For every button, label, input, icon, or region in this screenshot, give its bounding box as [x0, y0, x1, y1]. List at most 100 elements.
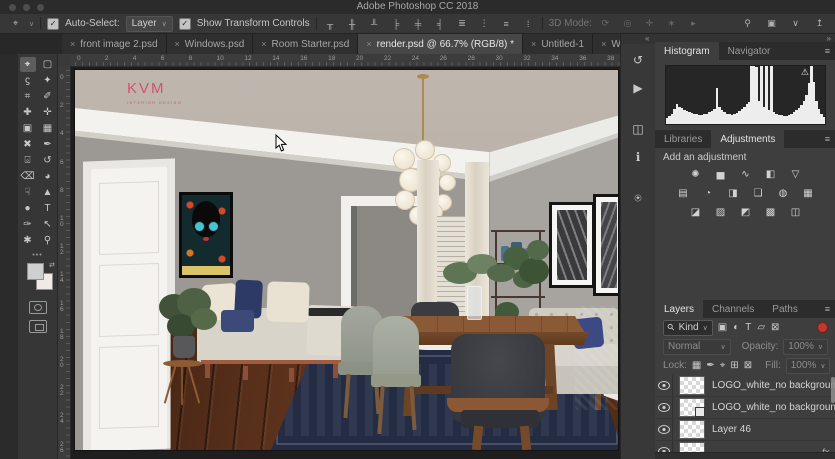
selective-color-icon[interactable]: ◫ [787, 206, 804, 219]
paint-bucket-tool[interactable]: ◕ [40, 169, 56, 184]
lock-position-icon[interactable]: ⌖ [720, 360, 726, 371]
brightness-contrast-icon[interactable]: ✺ [687, 168, 704, 181]
vertical-ruler[interactable]: 0 2 4 6 8 1 0 1 2 1 4 1 6 1 8 2 0 2 2 2 4 2 6 [58, 66, 71, 459]
search-icon[interactable]: ⚲ [740, 16, 755, 31]
horizontal-ruler[interactable]: 0 2 4 6 8 10 12 14 16 18 20 22 24 26 28 30 32 34 36 38 [70, 54, 620, 67]
close-tab-icon[interactable]: × [70, 39, 75, 49]
3d-roll-icon[interactable]: ◎ [620, 16, 635, 31]
filter-smart-objects-icon[interactable]: ⊠ [771, 322, 779, 333]
panel-menu-icon[interactable]: ≡ [825, 46, 830, 56]
slice-tool[interactable]: ✖ [20, 137, 36, 152]
distribute-widths-icon[interactable]: ≡ [499, 16, 514, 31]
tab-channels[interactable]: Channels [703, 300, 763, 318]
filter-pixel-layers-icon[interactable]: ▣ [718, 322, 727, 333]
distribute-horizontal-icon[interactable]: ⋮ [477, 16, 492, 31]
layer-thumbnail[interactable] [679, 420, 705, 439]
frame-tool[interactable]: ▣ [20, 121, 36, 136]
zoom-tool[interactable]: ⚲ [40, 233, 56, 248]
distribute-vertical-icon[interactable]: ≣ [455, 16, 470, 31]
visibility-toggle[interactable] [655, 419, 673, 440]
layers-scrollbar[interactable] [831, 377, 835, 403]
panel-menu-icon[interactable]: ≡ [825, 134, 830, 144]
layer-filter-toggle[interactable] [817, 322, 828, 333]
posterize-icon[interactable]: ▨ [712, 206, 729, 219]
hand-tool[interactable]: ✱ [20, 233, 36, 248]
pen-tool[interactable]: ✑ [20, 217, 36, 232]
tab-adjustments[interactable]: Adjustments [711, 130, 785, 148]
healing-brush-tool[interactable]: ✛ [40, 105, 56, 120]
hue-saturation-icon[interactable]: ▤ [675, 187, 692, 200]
swap-colors-icon[interactable]: ⇄ [49, 261, 55, 269]
current-tool-icon[interactable]: ⌖ [8, 16, 23, 31]
show-transform-checkbox[interactable]: ✓ [178, 17, 191, 30]
layer-row[interactable]: Layer 46 [655, 419, 835, 441]
collapse-panels-chevron[interactable]: « [645, 34, 649, 43]
3d-slide-icon[interactable]: ∗ [664, 16, 679, 31]
photo-filter-icon[interactable]: ❏ [750, 187, 767, 200]
vibrance-icon[interactable]: ▽ [787, 168, 804, 181]
close-tab-icon[interactable]: × [531, 39, 536, 49]
document-tab[interactable]: × Windows.psd [166, 34, 254, 54]
3d-pan-icon[interactable]: ✛ [642, 16, 657, 31]
document-tab[interactable]: × front image 2.psd [62, 34, 167, 54]
eyedropper-tool[interactable]: ✐ [40, 89, 56, 104]
spot-healing-brush-tool[interactable]: ✚ [20, 105, 36, 120]
tab-paths[interactable]: Paths [763, 300, 807, 318]
blend-mode-dropdown[interactable]: Normal ∨ [663, 338, 731, 355]
filter-shape-layers-icon[interactable]: ▱ [757, 322, 765, 333]
actions-panel-icon[interactable]: ▶ [625, 76, 651, 100]
info-panel-icon[interactable]: ℹ [625, 145, 651, 169]
align-vertical-centers-icon[interactable]: ╫ [345, 16, 360, 31]
filter-adjustment-layers-icon[interactable]: ◐ [733, 322, 739, 333]
exposure-icon[interactable]: ◧ [762, 168, 779, 181]
edit-toolbar-ellipsis[interactable]: ••• [18, 252, 57, 259]
layer-row[interactable]: LOGO_white_no backgroun... [655, 375, 835, 397]
path-selection-tool[interactable]: ↖ [40, 217, 56, 232]
levels-icon[interactable]: ▅ [712, 168, 729, 181]
3d-camera-icon[interactable]: ▸ [686, 16, 701, 31]
layer-row[interactable]: LOGO_white_no backgroun... [655, 397, 835, 419]
lock-pixels-icon[interactable]: ✒ [706, 360, 714, 371]
filter-type-layers-icon[interactable]: T [745, 322, 751, 333]
layer-thumbnail[interactable] [679, 398, 705, 417]
share-icon[interactable]: ↥ [812, 16, 827, 31]
invert-icon[interactable]: ◪ [687, 206, 704, 219]
crop-tool[interactable]: ⌗ [20, 89, 36, 104]
align-left-edges-icon[interactable]: ╞ [389, 16, 404, 31]
document-tab[interactable]: × render.psd @ 66.7% (RGB/8) * [358, 34, 524, 54]
lock-all-icon[interactable]: ⊠ [744, 360, 752, 371]
quick-mask-icon[interactable] [28, 301, 47, 314]
close-tab-icon[interactable]: × [261, 39, 266, 49]
workspace-chevron-icon[interactable]: ∨ [788, 16, 803, 31]
history-panel-icon[interactable]: ↺ [625, 48, 651, 72]
opacity-dropdown[interactable]: 100% ∨ [783, 338, 828, 355]
auto-select-checkbox[interactable]: ✓ [47, 17, 60, 30]
color-lookup-icon[interactable]: ▦ [800, 187, 817, 200]
color-balance-icon[interactable]: ◔ [700, 187, 717, 200]
distribute-spacing-icon[interactable]: ⁞ [521, 16, 536, 31]
canvas[interactable]: KVM INTERIOR DESIGN [75, 70, 618, 450]
eraser-tool[interactable]: ⌫ [20, 169, 36, 184]
sponge-tool[interactable]: ● [20, 201, 36, 216]
smudge-tool[interactable]: ☟ [20, 185, 36, 200]
align-bottom-edges-icon[interactable]: ╨ [367, 16, 382, 31]
3d-orbit-icon[interactable]: ⟳ [598, 16, 613, 31]
align-right-edges-icon[interactable]: ╡ [433, 16, 448, 31]
screen-mode-icon[interactable] [28, 320, 47, 333]
curves-icon[interactable]: ∿ [737, 168, 754, 181]
tool-preset-chevron-icon[interactable]: ∨ [29, 20, 34, 28]
black-white-icon[interactable]: ◨ [725, 187, 742, 200]
gradient-map-icon[interactable]: ▩ [762, 206, 779, 219]
quick-selection-tool[interactable]: ✦ [40, 73, 56, 88]
document-tab[interactable]: × Room Starter.psd [253, 34, 359, 54]
brush-tool[interactable]: ✒ [40, 137, 56, 152]
lasso-tool[interactable]: ϛ [20, 73, 36, 88]
layer-filter-dropdown[interactable]: ⚲ Kind ∨ [663, 319, 713, 336]
tab-histogram[interactable]: Histogram [655, 42, 719, 60]
pattern-stamp-tool[interactable]: ▦ [40, 121, 56, 136]
tab-navigator[interactable]: Navigator [719, 42, 780, 60]
lock-transparency-icon[interactable]: ▦ [692, 360, 701, 371]
foreground-color-swatch[interactable] [27, 263, 44, 280]
align-top-edges-icon[interactable]: ╥ [323, 16, 338, 31]
type-tool[interactable]: T [40, 201, 56, 216]
